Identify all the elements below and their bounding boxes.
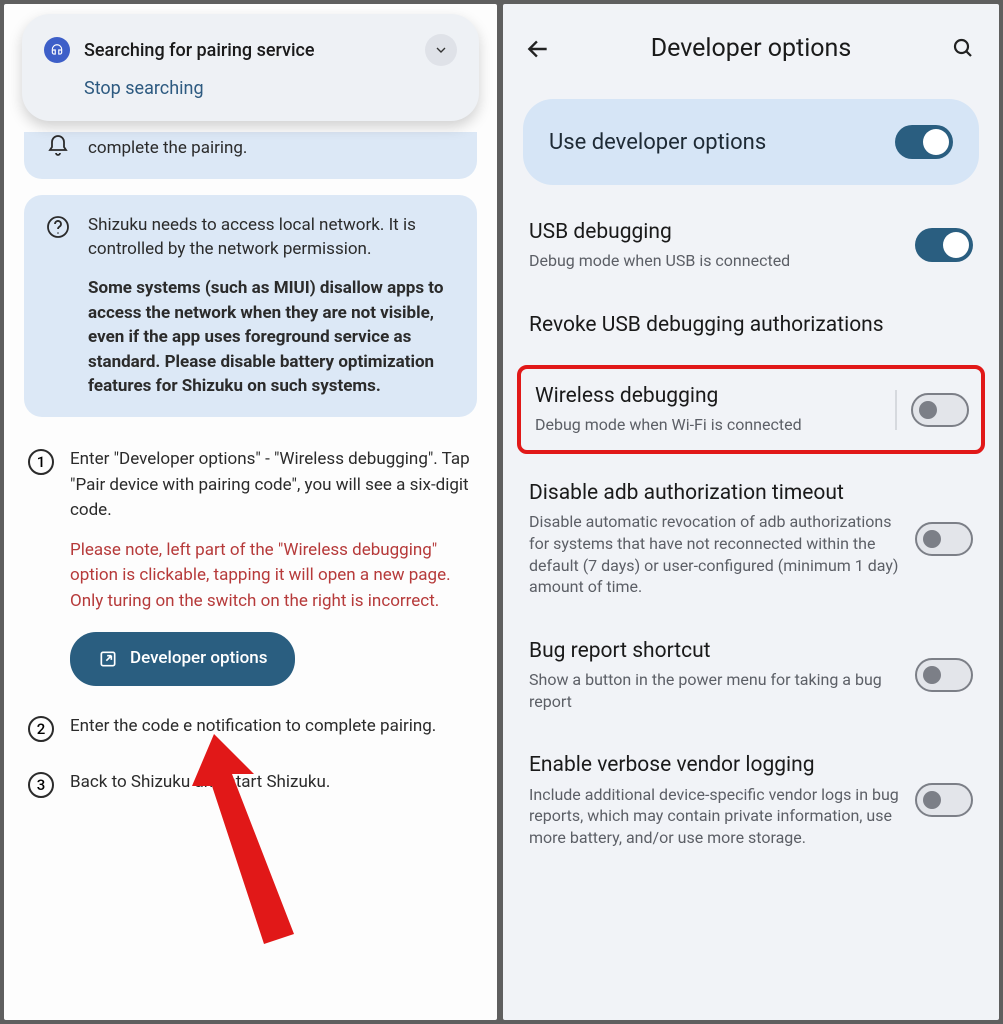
wireless-debugging-toggle[interactable]	[911, 393, 969, 427]
adb-timeout-title: Disable adb authorization timeout	[529, 480, 901, 507]
usb-debugging-title: USB debugging	[529, 219, 901, 246]
use-dev-toggle[interactable]	[895, 125, 953, 159]
collapse-button[interactable]	[425, 34, 457, 66]
use-developer-options-row[interactable]: Use developer options	[523, 99, 979, 185]
dev-button-label: Developer options	[130, 646, 267, 672]
revoke-usb-row[interactable]: Revoke USB debugging authorizations	[503, 292, 999, 359]
settings-header: Developer options	[503, 4, 999, 75]
step-1-note: Please note, left part of the "Wireless …	[70, 538, 473, 615]
step-3-text: Back to Shizuku and start Shizuku.	[70, 770, 330, 798]
step-1-badge: 1	[28, 449, 54, 475]
bug-report-row[interactable]: Bug report shortcut Show a button in the…	[503, 618, 999, 732]
notification-info-card: A notification from Shizuku will help yo…	[24, 132, 477, 179]
wireless-debugging-sub: Debug mode when Wi-Fi is connected	[535, 414, 867, 436]
network-card-p1: Shizuku needs to access local network. I…	[88, 213, 457, 262]
step-2-badge: 2	[28, 716, 54, 742]
adb-timeout-row[interactable]: Disable adb authorization timeout Disabl…	[503, 460, 999, 618]
chevron-down-icon	[433, 42, 449, 58]
adb-timeout-sub: Disable automatic revocation of adb auth…	[529, 511, 901, 597]
adb-timeout-toggle[interactable]	[915, 522, 973, 556]
shizuku-app-screen: Searching for pairing service Stop searc…	[4, 4, 497, 1020]
use-dev-label: Use developer options	[549, 130, 766, 155]
row-divider	[895, 390, 897, 430]
wireless-debugging-row[interactable]: Wireless debugging Debug mode when Wi-Fi…	[517, 365, 985, 454]
step-3-badge: 3	[28, 772, 54, 798]
search-button[interactable]	[951, 36, 977, 62]
bell-icon	[46, 134, 70, 158]
bug-report-toggle[interactable]	[915, 658, 973, 692]
pairing-status-title: Searching for pairing service	[84, 40, 425, 61]
stop-searching-link[interactable]: Stop searching	[84, 78, 457, 99]
pairing-status-card: Searching for pairing service Stop searc…	[22, 14, 479, 121]
page-title: Developer options	[551, 34, 951, 63]
developer-options-button[interactable]: Developer options	[70, 632, 295, 686]
step-2-text: Enter the code e notification to complet…	[70, 714, 436, 742]
open-external-icon	[98, 649, 118, 669]
wireless-debugging-title: Wireless debugging	[535, 383, 867, 410]
question-icon	[46, 215, 70, 239]
step-1: 1 Enter "Developer options" - "Wireless …	[24, 433, 477, 700]
step-3: 3 Back to Shizuku and start Shizuku.	[24, 756, 477, 812]
developer-options-screen: Developer options Use developer options …	[503, 4, 999, 1020]
usb-debugging-sub: Debug mode when USB is connected	[529, 250, 901, 272]
arrow-left-icon	[525, 36, 551, 62]
search-icon	[951, 36, 975, 60]
back-button[interactable]	[525, 36, 551, 62]
pairing-app-icon	[44, 37, 70, 63]
step-2: 2 Enter the code e notification to compl…	[24, 700, 477, 756]
bug-report-sub: Show a button in the power menu for taki…	[529, 669, 901, 712]
bell-card-line2: complete the pairing.	[88, 136, 389, 161]
revoke-usb-title: Revoke USB debugging authorizations	[529, 312, 959, 339]
usb-debugging-toggle[interactable]	[915, 228, 973, 262]
verbose-logging-toggle[interactable]	[915, 783, 973, 817]
verbose-logging-title: Enable verbose vendor logging	[529, 752, 901, 779]
network-card-p2: Some systems (such as MIUI) disallow app…	[88, 276, 457, 399]
step-1-text: Enter "Developer options" - "Wireless de…	[70, 447, 473, 524]
usb-debugging-row[interactable]: USB debugging Debug mode when USB is con…	[503, 199, 999, 292]
network-info-card: Shizuku needs to access local network. I…	[24, 195, 477, 417]
bug-report-title: Bug report shortcut	[529, 638, 901, 665]
verbose-logging-row[interactable]: Enable verbose vendor logging Include ad…	[503, 732, 999, 868]
verbose-logging-sub: Include additional device-specific vendo…	[529, 784, 901, 849]
